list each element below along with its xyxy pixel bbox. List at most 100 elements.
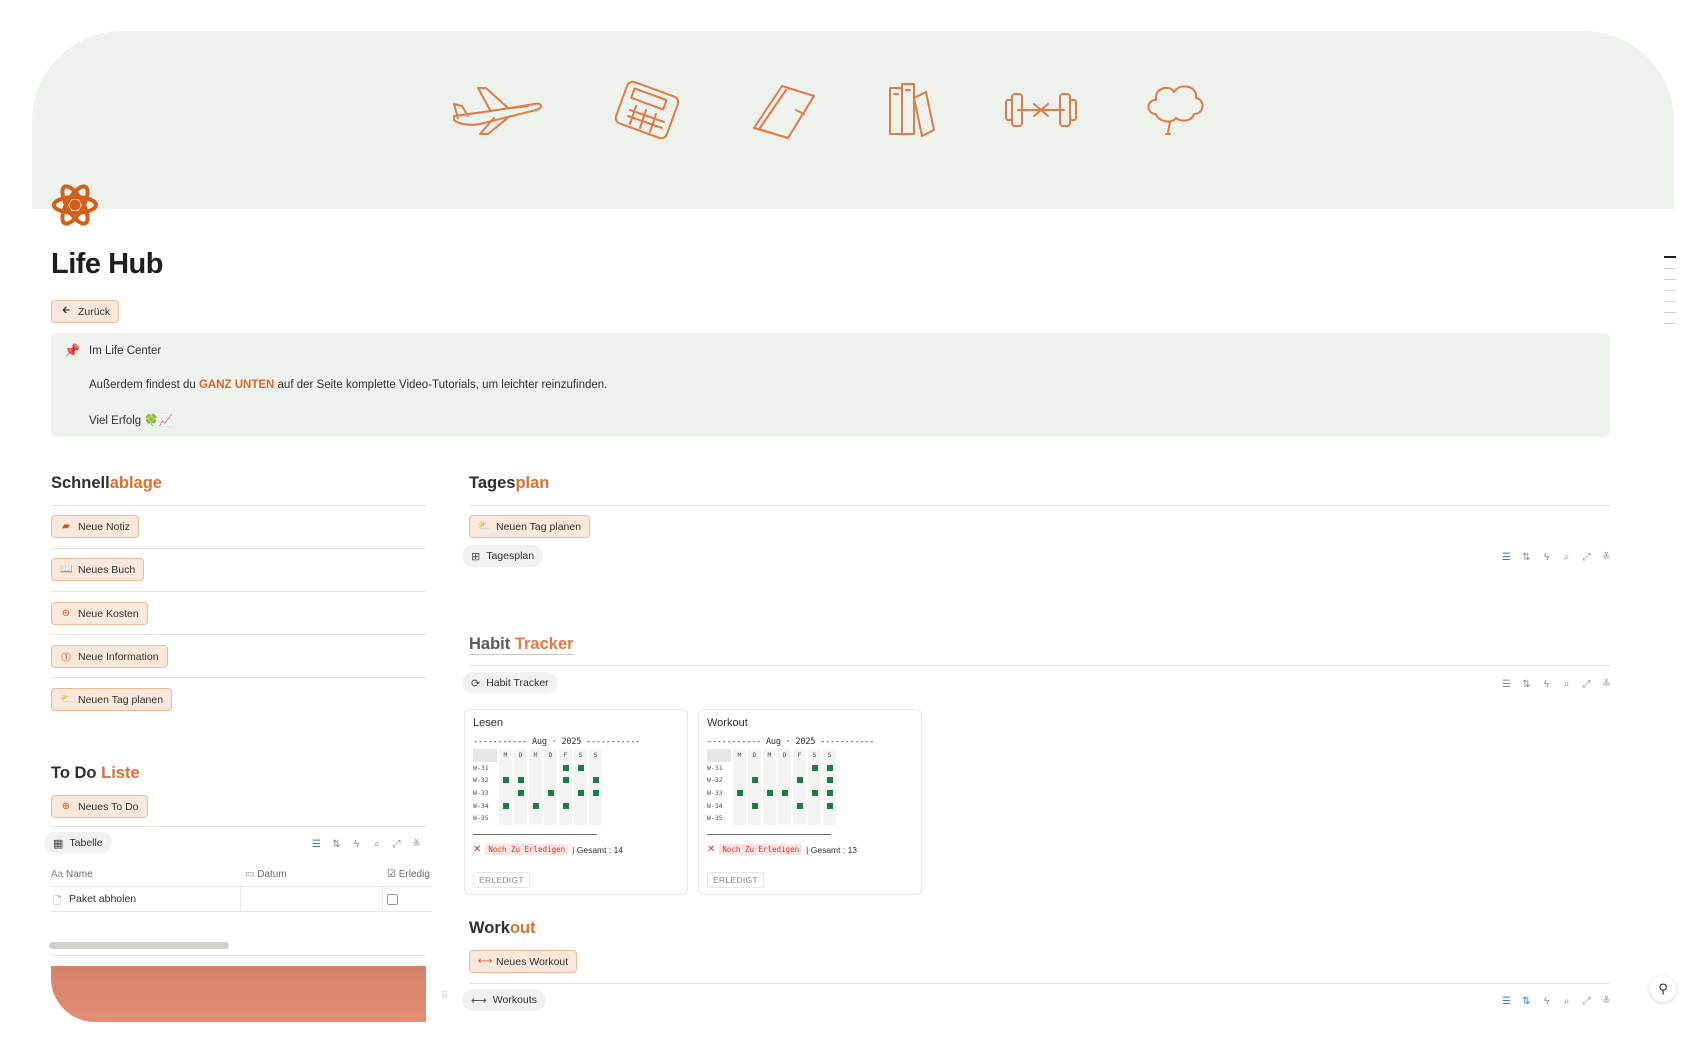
settings-icon[interactable]: ≚ bbox=[1602, 679, 1611, 690]
new-note-button[interactable]: ▰ Neue Notiz bbox=[51, 515, 139, 538]
new-book-button[interactable]: 📖 Neues Buch bbox=[51, 558, 145, 581]
callout: 📌 Im Life Center Außerdem findest du GAN… bbox=[51, 333, 1610, 437]
outline-line[interactable] bbox=[1664, 323, 1676, 324]
day-cell bbox=[589, 811, 602, 825]
day-cell bbox=[529, 774, 542, 787]
day-cell-done bbox=[808, 786, 821, 800]
back-button[interactable]: 🡰 Zurück bbox=[51, 300, 120, 323]
tab-workouts[interactable]: ⟷ Workouts bbox=[462, 989, 546, 1011]
search-icon[interactable]: ⌕ bbox=[1562, 552, 1571, 563]
day-cell bbox=[733, 799, 746, 812]
outline-line[interactable] bbox=[1664, 268, 1676, 269]
outline-line[interactable] bbox=[1664, 312, 1676, 313]
day-cell bbox=[763, 761, 776, 775]
day-cell bbox=[763, 799, 776, 812]
day-cell bbox=[763, 774, 776, 787]
workout-heading-accent: out bbox=[509, 919, 536, 937]
habit-card-reading[interactable]: Lesen ----------- Aug · 2025 -----------… bbox=[464, 709, 688, 895]
week-label: W-35 bbox=[473, 814, 489, 823]
new-todo-button[interactable]: ⊕ Neues To Do bbox=[51, 795, 148, 818]
search-icon[interactable]: ⌕ bbox=[1562, 996, 1571, 1007]
column-header-done[interactable]: ☑ Erledig bbox=[387, 869, 430, 880]
column-header-date[interactable]: ▭ Datum bbox=[245, 869, 287, 880]
day-cell bbox=[748, 811, 761, 825]
name-cell[interactable]: 🗋 Paket abholen bbox=[51, 887, 241, 911]
expand-icon[interactable]: ⤢ bbox=[1582, 679, 1591, 690]
workout-heading: Workout bbox=[469, 919, 536, 938]
card-title: Lesen bbox=[473, 717, 503, 729]
tab-daily-plan[interactable]: ⊞ Tagesplan bbox=[462, 545, 544, 567]
day-cell-done bbox=[763, 786, 776, 800]
new-information-button[interactable]: ⓵ Neue Information bbox=[51, 645, 168, 668]
automation-icon[interactable]: ϟ bbox=[1542, 996, 1551, 1007]
day-cell bbox=[778, 811, 791, 825]
sort-icon[interactable]: ⇅ bbox=[1522, 552, 1531, 563]
habit-tracker-heading[interactable]: Habit Tracker bbox=[469, 635, 574, 655]
automation-icon[interactable]: ϟ bbox=[1542, 552, 1551, 563]
sort-icon[interactable]: ⇅ bbox=[1522, 996, 1531, 1007]
day-cell-done bbox=[544, 786, 557, 800]
automation-icon[interactable]: ϟ bbox=[352, 839, 361, 850]
day-cell-done bbox=[589, 774, 602, 787]
sort-icon[interactable]: ⇅ bbox=[1522, 679, 1531, 690]
outline-line[interactable] bbox=[1664, 290, 1676, 291]
divider bbox=[51, 591, 426, 592]
grid-corner bbox=[707, 749, 731, 762]
outline-line[interactable] bbox=[1664, 279, 1676, 280]
date-cell[interactable] bbox=[241, 887, 383, 911]
horizontal-scrollbar[interactable] bbox=[49, 942, 229, 949]
filter-icon[interactable]: ☰ bbox=[1502, 679, 1511, 690]
new-workout-button[interactable]: ⟷ Neues Workout bbox=[469, 950, 578, 973]
plan-day-button[interactable]: ⛅ Neuen Tag planen bbox=[51, 688, 173, 711]
settings-icon[interactable]: ≚ bbox=[412, 839, 421, 850]
day-cell bbox=[499, 786, 512, 800]
automation-icon[interactable]: ϟ bbox=[1542, 679, 1551, 690]
weekday-label: M bbox=[733, 749, 746, 762]
day-cell-done bbox=[574, 786, 587, 800]
search-icon[interactable]: ⌕ bbox=[1562, 679, 1571, 690]
day-cell-done bbox=[748, 799, 761, 812]
page-outline[interactable] bbox=[1664, 256, 1676, 334]
day-cell-done bbox=[559, 761, 572, 775]
sort-icon[interactable]: ⇅ bbox=[332, 839, 341, 850]
week-label: W-32 bbox=[473, 776, 489, 785]
books-icon bbox=[886, 80, 938, 145]
ai-assistant-button[interactable]: ⚲ bbox=[1650, 976, 1676, 1002]
atom-icon[interactable] bbox=[50, 180, 100, 230]
new-expense-button[interactable]: ⊖ Neue Kosten bbox=[51, 602, 148, 625]
table-row[interactable]: 🗋 Paket abholen bbox=[51, 886, 431, 912]
filter-icon[interactable]: ☰ bbox=[312, 839, 321, 850]
outline-line[interactable] bbox=[1664, 256, 1676, 258]
expand-icon[interactable]: ⤢ bbox=[1582, 996, 1591, 1007]
daily-plan-heading: Tagesplan bbox=[469, 474, 549, 493]
day-cell-done bbox=[559, 774, 572, 787]
repeat-icon: ⟳ bbox=[471, 677, 481, 690]
plan-new-day-label: Neuen Tag planen bbox=[496, 520, 582, 533]
day-cell-done bbox=[733, 786, 746, 800]
habit-card-workout[interactable]: Workout ----------- Aug · 2025 ---------… bbox=[698, 709, 922, 895]
settings-icon[interactable]: ≚ bbox=[1602, 996, 1611, 1007]
tab-table-view[interactable]: ▦ Tabelle bbox=[44, 832, 112, 854]
filter-icon[interactable]: ☰ bbox=[1502, 552, 1511, 563]
search-icon[interactable]: ⌕ bbox=[372, 839, 381, 850]
expand-icon[interactable]: ⤢ bbox=[392, 839, 401, 850]
note-icon: ▰ bbox=[62, 521, 70, 532]
habit-status: ✕ Noch Zu Erledigen | Gesamt : 14 bbox=[473, 844, 623, 855]
day-cell bbox=[529, 761, 542, 775]
drag-handle-icon[interactable]: ⠿ bbox=[441, 991, 448, 1002]
filter-icon[interactable]: ☰ bbox=[1502, 996, 1511, 1007]
tab-habit-tracker-label: Habit Tracker bbox=[486, 677, 549, 689]
day-cell-done bbox=[514, 774, 527, 787]
outline-line[interactable] bbox=[1664, 301, 1676, 302]
day-cell-done bbox=[823, 774, 836, 787]
total-count: | Gesamt : 14 bbox=[572, 844, 624, 855]
column-header-name[interactable]: Aa Name bbox=[51, 869, 93, 880]
page-icon: 🗋 bbox=[53, 895, 62, 907]
workout-toolbar: ☰ ⇅ ϟ ⌕ ⤢ ≚ bbox=[1502, 996, 1611, 1007]
settings-icon[interactable]: ≚ bbox=[1602, 552, 1611, 563]
divider bbox=[51, 634, 426, 635]
tab-habit-tracker[interactable]: ⟳ Habit Tracker bbox=[462, 672, 558, 694]
expand-icon[interactable]: ⤢ bbox=[1582, 552, 1591, 563]
plan-new-day-button[interactable]: ⛅ Neuen Tag planen bbox=[469, 515, 591, 538]
done-checkbox[interactable] bbox=[387, 894, 398, 905]
